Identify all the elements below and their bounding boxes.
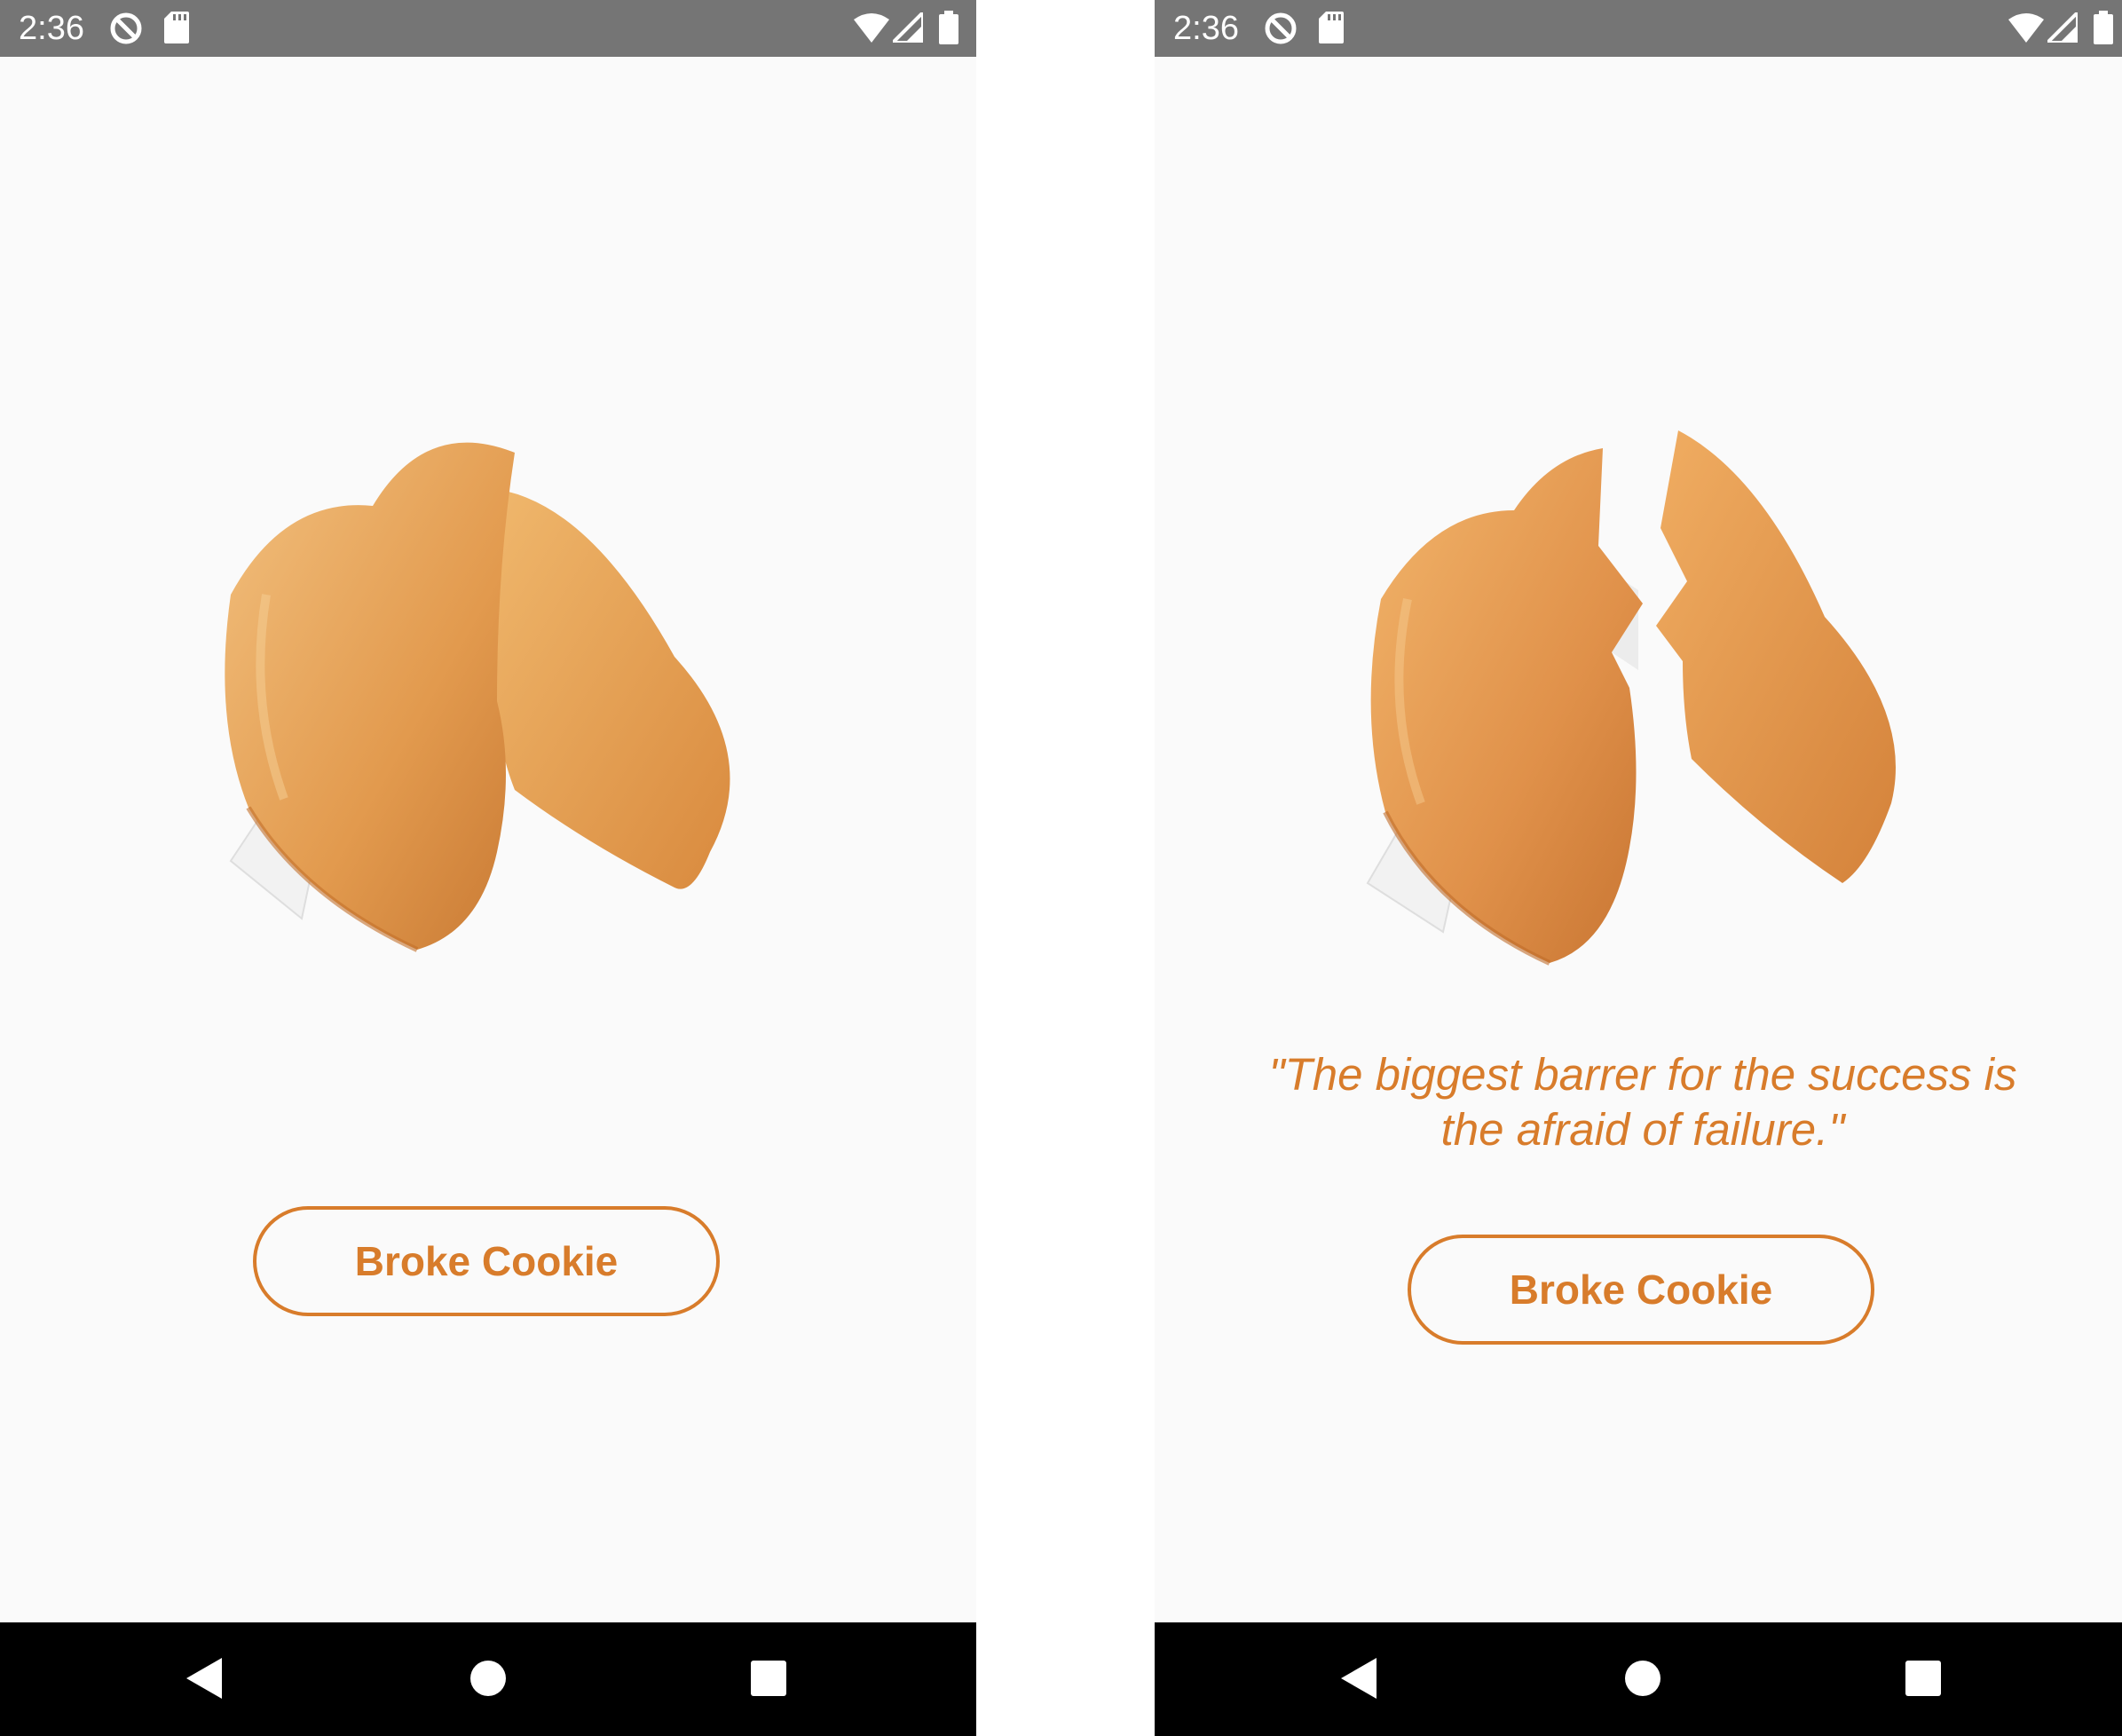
broke-cookie-button[interactable]: Broke Cookie <box>1408 1235 1874 1345</box>
screen-initial: 2:36 Broke Cookie <box>0 0 976 1736</box>
wifi-icon <box>854 13 889 43</box>
navigation-bar <box>1155 1622 2122 1736</box>
sd-card-icon <box>164 12 189 43</box>
battery-icon <box>939 11 958 44</box>
fortune-message: "The biggest barrer for the success is t… <box>1155 1047 2122 1157</box>
status-time: 2:36 <box>19 10 84 47</box>
status-bar: 2:36 <box>1155 0 2122 57</box>
home-icon[interactable] <box>469 1656 507 1700</box>
back-icon[interactable] <box>1339 1656 1378 1700</box>
sd-card-icon <box>1319 12 1344 43</box>
home-icon[interactable] <box>1624 1656 1661 1700</box>
battery-icon <box>2094 11 2113 44</box>
recents-icon[interactable] <box>1905 1656 1942 1700</box>
wifi-icon <box>2008 13 2044 43</box>
cell-signal-icon <box>893 12 923 43</box>
status-time: 2:36 <box>1173 10 1239 47</box>
navigation-bar <box>0 1622 976 1736</box>
back-icon[interactable] <box>185 1656 224 1700</box>
do-not-disturb-icon <box>110 12 142 44</box>
cell-signal-icon <box>2047 12 2078 43</box>
fortune-line-1: "The biggest barrer for the success is <box>1268 1049 2017 1100</box>
screen-broken: 2:36 "The biggest barrer for the success… <box>1155 0 2122 1736</box>
broke-cookie-button[interactable]: Broke Cookie <box>253 1206 720 1316</box>
do-not-disturb-icon <box>1265 12 1297 44</box>
fortune-line-2: the afraid of failure." <box>1440 1104 1845 1155</box>
status-bar: 2:36 <box>0 0 976 57</box>
broken-fortune-cookie-image <box>1366 430 1896 966</box>
fortune-cookie-image[interactable] <box>213 435 763 967</box>
recents-icon[interactable] <box>750 1656 787 1700</box>
